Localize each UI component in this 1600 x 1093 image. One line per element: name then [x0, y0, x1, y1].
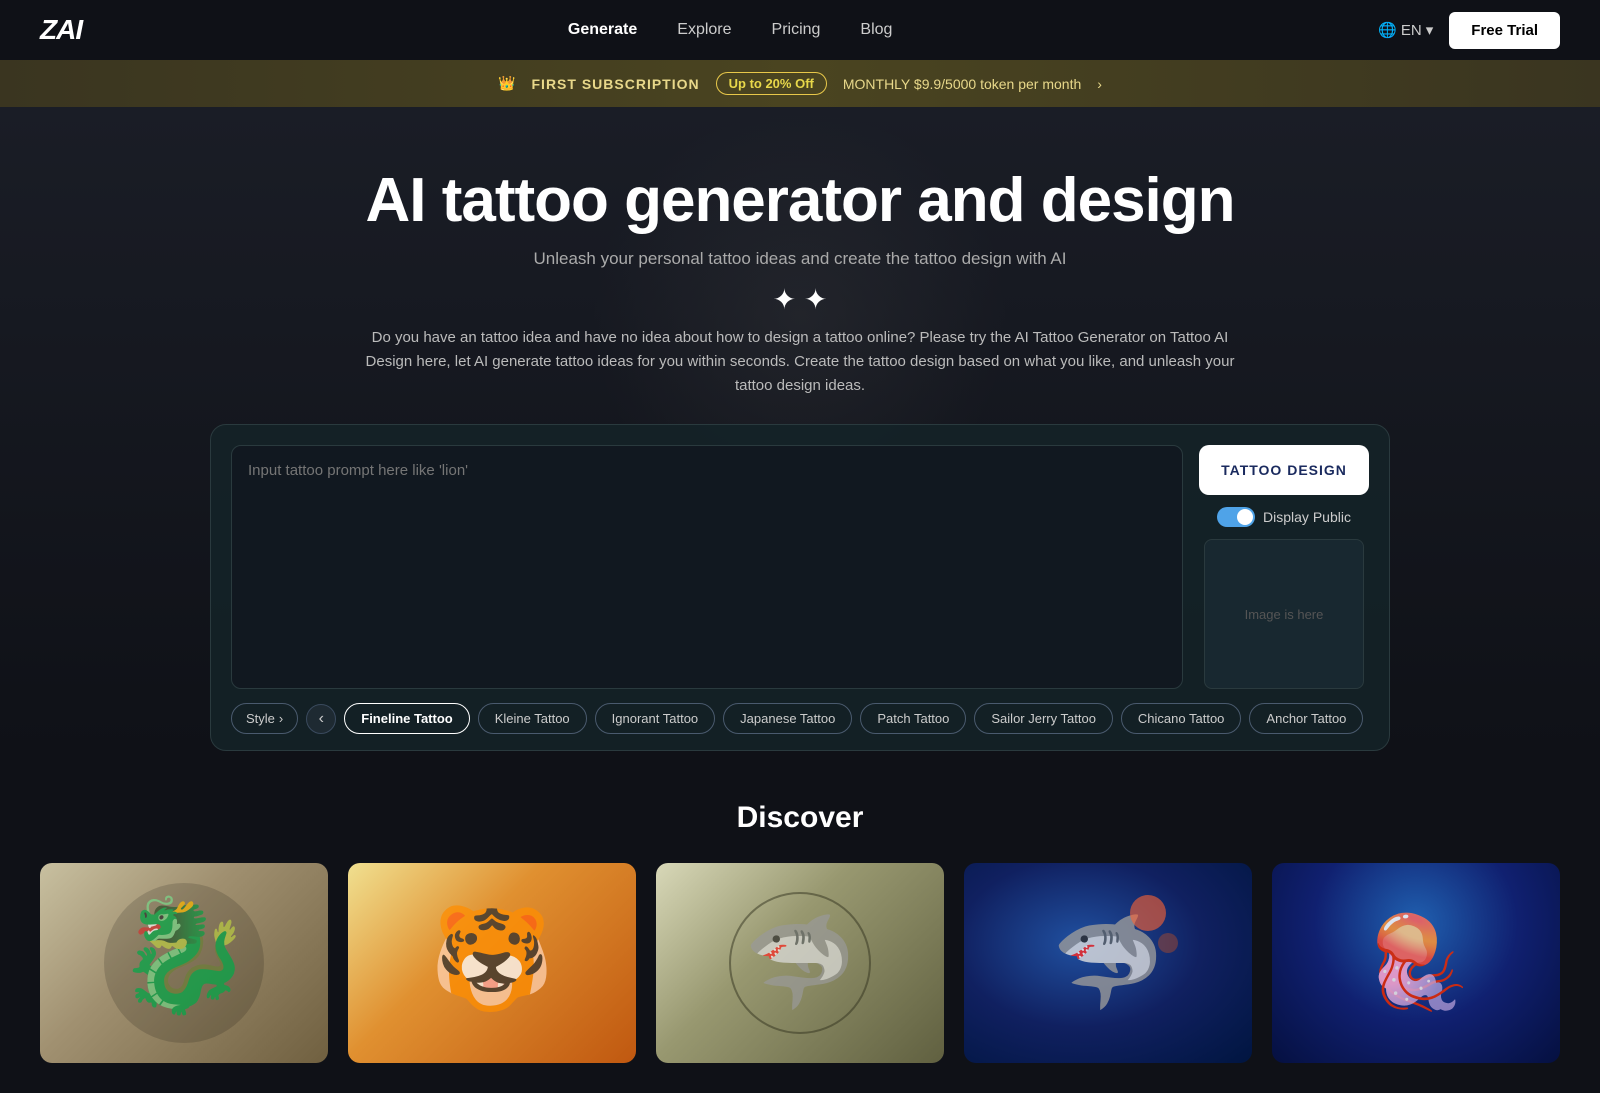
- nav-blog[interactable]: Blog: [860, 21, 892, 39]
- banner-arrow: ›: [1097, 76, 1102, 92]
- style-pill-sailor-jerry[interactable]: Sailor Jerry Tattoo: [974, 703, 1113, 734]
- nav-pricing[interactable]: Pricing: [772, 21, 821, 39]
- discover-title: Discover: [40, 801, 1560, 835]
- banner-discount: Up to 20% Off: [716, 72, 827, 95]
- hero-section: AI tattoo generator and design Unleash y…: [0, 107, 1600, 751]
- gallery-art-tiger: 🐯: [348, 863, 636, 1063]
- promo-banner[interactable]: 👑 FIRST SUBSCRIPTION Up to 20% Off MONTH…: [0, 60, 1600, 107]
- nav-explore[interactable]: Explore: [677, 21, 731, 39]
- free-trial-button[interactable]: Free Trial: [1449, 12, 1560, 49]
- discover-section: Discover 🐉 🐯 🦈: [0, 751, 1600, 1093]
- display-public-label: Display Public: [1263, 509, 1351, 525]
- banner-monthly: MONTHLY $9.9/5000 token per month: [843, 76, 1081, 92]
- hero-title: AI tattoo generator and design: [365, 167, 1234, 235]
- toggle-switch[interactable]: [1217, 507, 1255, 527]
- svg-text:🐯: 🐯: [430, 899, 555, 1015]
- gallery-art-shark: 🦈: [656, 863, 944, 1063]
- globe-icon: 🌐: [1378, 21, 1397, 39]
- gallery-item-tiger[interactable]: 🐯: [348, 863, 636, 1063]
- language-selector[interactable]: 🌐 EN ▾: [1378, 21, 1433, 39]
- style-label-button[interactable]: Style ›: [231, 703, 298, 734]
- style-pill-japanese[interactable]: Japanese Tattoo: [723, 703, 852, 734]
- svg-text:🦈: 🦈: [744, 911, 856, 1013]
- banner-first-subscription: FIRST SUBSCRIPTION: [532, 76, 700, 92]
- gallery-art-dragon: 🐉: [40, 863, 328, 1063]
- generator-inner: TATTOO DESIGN Display Public Image is he…: [231, 445, 1369, 689]
- svg-text:🐉: 🐉: [116, 893, 253, 1018]
- image-preview: Image is here: [1204, 539, 1364, 689]
- gallery-item-shark[interactable]: 🦈: [656, 863, 944, 1063]
- generator-right: TATTOO DESIGN Display Public Image is he…: [1199, 445, 1369, 689]
- image-placeholder-text: Image is here: [1245, 607, 1324, 622]
- style-pill-kleine[interactable]: Kleine Tattoo: [478, 703, 587, 734]
- gallery-item-jellyfish[interactable]: 🪼: [1272, 863, 1560, 1063]
- gallery-item-cosmic-shark[interactable]: 🦈: [964, 863, 1252, 1063]
- gallery: 🐉 🐯 🦈 🦈: [40, 863, 1560, 1063]
- style-pill-anchor[interactable]: Anchor Tattoo: [1249, 703, 1363, 734]
- banner-icon: 👑: [498, 75, 515, 92]
- chevron-right-icon: ›: [279, 711, 283, 726]
- style-pill-patch[interactable]: Patch Tattoo: [860, 703, 966, 734]
- nav-right: 🌐 EN ▾ Free Trial: [1378, 12, 1560, 49]
- prompt-textarea[interactable]: [231, 445, 1183, 689]
- sparkle-icon: ✦ ✦: [773, 283, 828, 316]
- hero-subtitle: Unleash your personal tattoo ideas and c…: [533, 249, 1066, 269]
- toggle-knob: [1237, 509, 1253, 525]
- hero-description: Do you have an tattoo idea and have no i…: [350, 326, 1250, 398]
- style-pill-ignorant[interactable]: Ignorant Tattoo: [595, 703, 716, 734]
- nav-generate[interactable]: Generate: [568, 21, 637, 39]
- svg-text:🪼: 🪼: [1360, 905, 1472, 1013]
- style-row: Style › ‹ Fineline Tattoo Kleine Tattoo …: [231, 703, 1369, 734]
- navbar: ZAI Generate Explore Pricing Blog 🌐 EN ▾…: [0, 0, 1600, 60]
- logo: ZAI: [40, 14, 82, 46]
- style-prev-button[interactable]: ‹: [306, 704, 336, 734]
- generator-box: TATTOO DESIGN Display Public Image is he…: [210, 424, 1390, 751]
- tattoo-design-button[interactable]: TATTOO DESIGN: [1199, 445, 1369, 495]
- gallery-item-dragon[interactable]: 🐉: [40, 863, 328, 1063]
- style-pill-chicano[interactable]: Chicano Tattoo: [1121, 703, 1242, 734]
- style-text: Style: [246, 711, 275, 726]
- style-pill-fineline[interactable]: Fineline Tattoo: [344, 703, 469, 734]
- lang-label: EN: [1401, 22, 1422, 39]
- nav-links: Generate Explore Pricing Blog: [568, 21, 893, 39]
- gallery-art-cosmic-shark: 🦈: [964, 863, 1252, 1063]
- chevron-down-icon: ▾: [1426, 21, 1434, 39]
- gallery-art-jellyfish: 🪼: [1272, 863, 1560, 1063]
- display-public-toggle[interactable]: Display Public: [1217, 507, 1351, 527]
